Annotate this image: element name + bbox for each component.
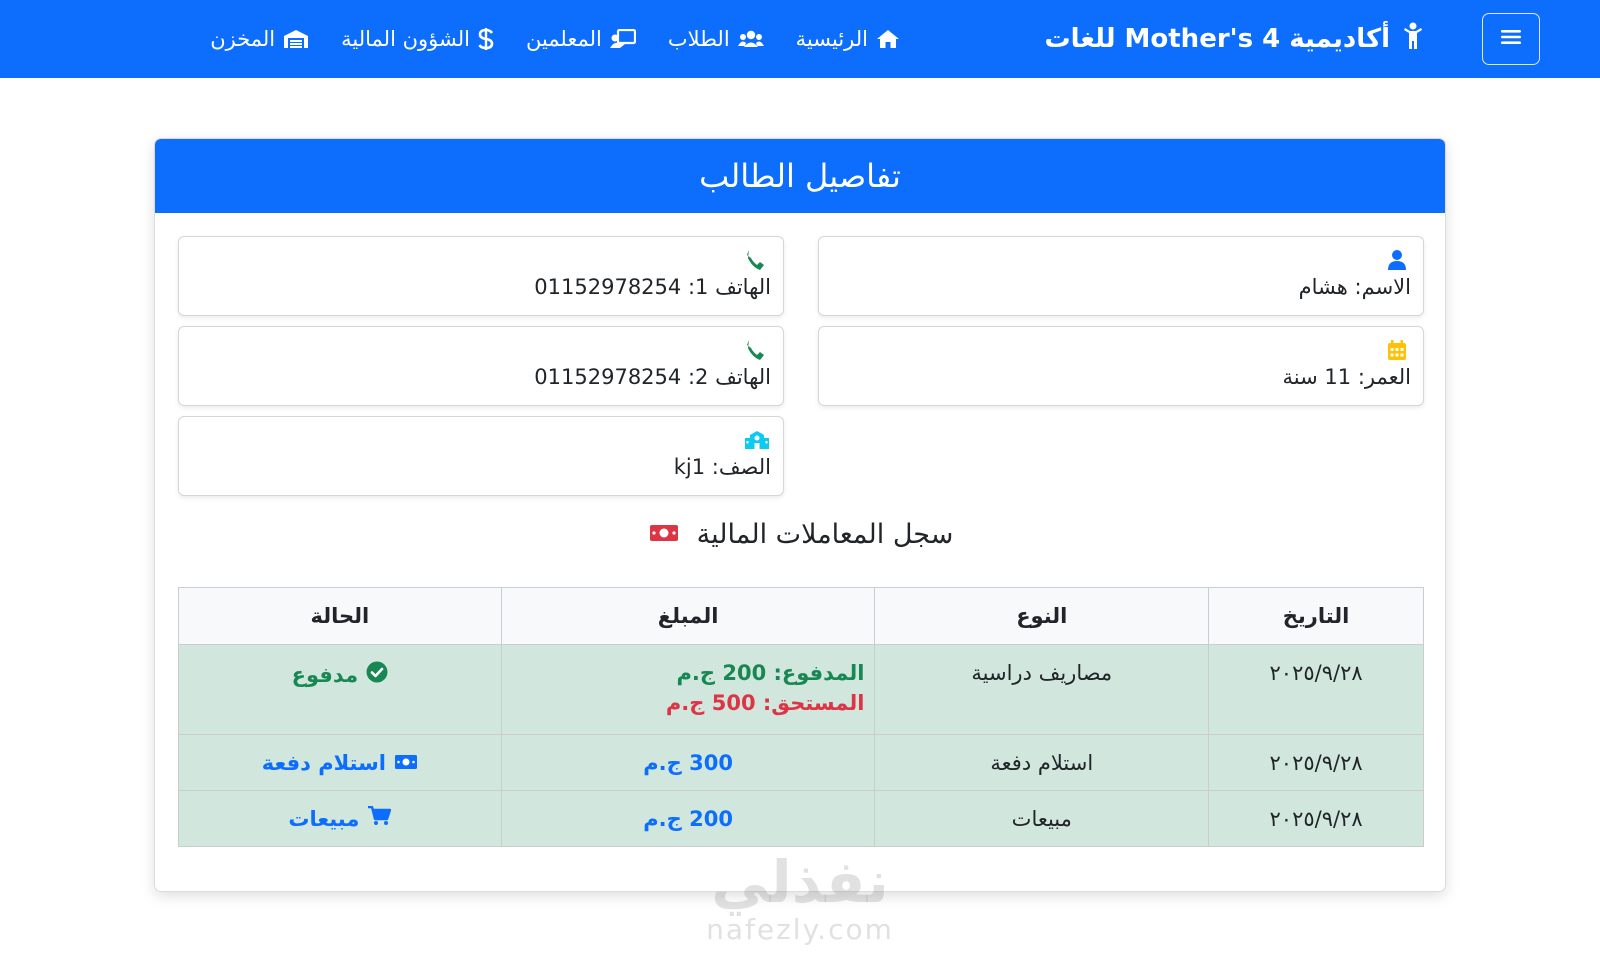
column-header-amount: المبلغ	[500, 587, 876, 645]
cell-amount: المدفوع: 200 ج.م المستحق: 500 ج.م	[500, 644, 876, 735]
status-badge: استلام دفعة	[262, 751, 418, 775]
table-row: ٢٠٢٥/٩/٢٨ استلام دفعة 300 ج.م استلام دفع…	[178, 734, 1424, 791]
home-icon	[876, 29, 900, 49]
nav-link-finance[interactable]: الشؤون المالية	[341, 27, 494, 51]
top-navbar: أكاديمية Mother's 4 للغات الرئيسية الطلا…	[0, 0, 1600, 78]
table-header-row: التاريخ النوع المبلغ الحالة	[178, 587, 1424, 645]
cell-date: ٢٠٢٥/٩/٢٨	[1208, 734, 1424, 791]
column-header-status: الحالة	[178, 587, 502, 645]
dollar-icon	[478, 27, 494, 51]
cell-amount: 200 ج.م	[500, 790, 876, 847]
info-phone1: الهاتف 1: 01152978254	[178, 236, 784, 316]
navbar-brand[interactable]: أكاديمية Mother's 4 للغات	[1045, 18, 1424, 60]
navbar-toggler-button[interactable]	[1482, 13, 1540, 65]
users-icon	[737, 29, 764, 49]
card-title: تفاصيل الطالب	[699, 157, 901, 195]
transactions-title: سجل المعاملات المالية	[696, 519, 954, 550]
column-header-date: التاريخ	[1208, 587, 1424, 645]
cell-date: ٢٠٢٥/٩/٢٨	[1208, 644, 1424, 735]
status-badge: مدفوع	[292, 661, 388, 688]
cell-date: ٢٠٢٥/٩/٢٨	[1208, 790, 1424, 847]
nav-link-teachers[interactable]: المعلمين	[526, 27, 636, 51]
transactions-table: التاريخ النوع المبلغ الحالة ٢٠٢٥/٩/٢٨ مص…	[178, 587, 1424, 847]
phone-icon	[745, 338, 769, 362]
cell-status: مدفوع	[178, 644, 502, 735]
nav-link-warehouse-label: المخزن	[210, 27, 276, 51]
school-icon	[745, 428, 769, 452]
status-badge: مبيعات	[288, 805, 392, 831]
chalkboard-teacher-icon	[609, 29, 636, 49]
user-icon	[1385, 248, 1409, 272]
calendar-icon	[1385, 338, 1409, 362]
cell-amount: 300 ج.م	[500, 734, 876, 791]
cell-type: استلام دفعة	[874, 734, 1210, 791]
student-name: الاسم: هشام	[1298, 275, 1411, 299]
hamburger-icon	[1500, 28, 1522, 50]
check-circle-icon	[366, 661, 388, 688]
nav-links: الرئيسية الطلاب المعلمين الشؤون المالية …	[210, 18, 900, 60]
nav-link-students[interactable]: الطلاب	[668, 27, 764, 51]
money-bill-icon	[649, 519, 679, 550]
child-icon	[1402, 22, 1424, 57]
amount-value: 200 ج.م	[643, 806, 733, 831]
phone-icon	[745, 248, 769, 272]
nav-link-home[interactable]: الرئيسية	[796, 27, 900, 51]
info-age: العمر: 11 سنة	[818, 326, 1424, 406]
warehouse-icon	[283, 29, 309, 49]
cell-type: مصاريف دراسية	[874, 644, 1210, 735]
paid-amount: المدفوع: 200 ج.م	[676, 661, 865, 685]
table-row: ٢٠٢٥/٩/٢٨ مبيعات 200 ج.م مبيعات	[178, 790, 1424, 847]
info-phone2: الهاتف 2: 01152978254	[178, 326, 784, 406]
transactions-heading: سجل المعاملات المالية	[155, 519, 1445, 550]
brand-title: أكاديمية Mother's 4 للغات	[1044, 24, 1390, 54]
nav-link-finance-label: الشؤون المالية	[341, 27, 470, 51]
student-phone2: الهاتف 2: 01152978254	[534, 365, 771, 389]
status-label: مدفوع	[291, 662, 359, 687]
student-details-card: تفاصيل الطالب الاسم: هشام العمر: 11 سنة …	[154, 138, 1446, 892]
student-age: العمر: 11 سنة	[1282, 365, 1411, 389]
nav-link-home-label: الرئيسية	[795, 27, 868, 51]
info-class: الصف: kj1	[178, 416, 784, 496]
table-row: ٢٠٢٥/٩/٢٨ مصاريف دراسية المدفوع: 200 ج.م…	[178, 644, 1424, 735]
amount-value: 300 ج.م	[643, 750, 733, 775]
cell-status: مبيعات	[178, 790, 502, 847]
nav-link-warehouse[interactable]: المخزن	[210, 27, 309, 51]
student-class: الصف: kj1	[673, 455, 771, 479]
nav-link-students-label: الطلاب	[667, 27, 730, 51]
student-phone1: الهاتف 1: 01152978254	[534, 275, 771, 299]
info-name: الاسم: هشام	[818, 236, 1424, 316]
nav-link-teachers-label: المعلمين	[525, 27, 602, 51]
card-header: تفاصيل الطالب	[155, 139, 1445, 213]
cell-status: استلام دفعة	[178, 734, 502, 791]
status-label: استلام دفعة	[261, 750, 386, 775]
watermark-latin: nafezly.com	[706, 913, 894, 946]
status-label: مبيعات	[288, 806, 360, 831]
column-header-type: النوع	[874, 587, 1210, 645]
shopping-cart-icon	[367, 805, 392, 831]
due-amount: المستحق: 500 ج.م	[665, 691, 865, 715]
money-bill-icon	[394, 751, 418, 775]
cell-type: مبيعات	[874, 790, 1210, 847]
